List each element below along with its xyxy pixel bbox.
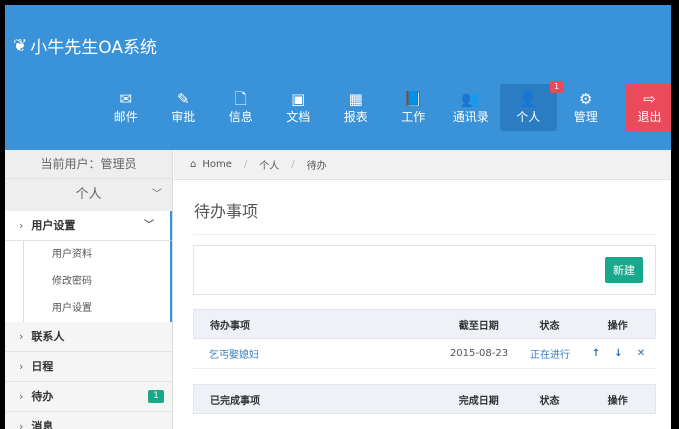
gears-icon: ⚙: [579, 90, 593, 108]
main-content: ⌂ Home / 个人 / 待办 待办事项 新建 待办事项 截至日期 状态 操作 乞…: [174, 150, 671, 429]
header: ❦ 小牛先生OA系统 ✉ 邮件 ✎ 审批 🗋 信息 ▣ 文档 ▦ 报表 📘 工作 👥 通讯录 …: [5, 5, 671, 150]
nav-admin[interactable]: ⚙ 管理: [557, 84, 615, 131]
nav-mail[interactable]: ✉ 邮件: [97, 84, 155, 131]
delete-icon[interactable]: ✕: [637, 348, 645, 359]
divider: [193, 234, 656, 235]
breadcrumb-current: 待办: [306, 161, 327, 172]
sidebar-group-toggle[interactable]: 个人 ﹀: [5, 179, 172, 211]
nav-label: 邮件: [113, 110, 138, 124]
col-header: 操作: [607, 320, 628, 332]
app-logo[interactable]: ❦ 小牛先生OA系统: [13, 33, 157, 59]
nav-label: 工作: [401, 110, 426, 124]
col-header: 状态: [539, 320, 560, 332]
item-label: 用户设置: [31, 219, 76, 232]
arrow-down-icon[interactable]: ↓: [614, 348, 622, 359]
main-nav: ✉ 邮件 ✎ 审批 🗋 信息 ▣ 文档 ▦ 报表 📘 工作 👥 通讯录 👤 个人 1 ⚙ 管理 ⇨ 退…: [97, 81, 671, 131]
users-icon: 👥: [461, 90, 481, 108]
nav-reports[interactable]: ▦ 报表: [327, 84, 385, 131]
item-label: 日程: [31, 360, 54, 373]
nav-label: 审批: [171, 110, 196, 124]
pencil-icon: ✎: [176, 90, 190, 108]
sidebar-item-todo[interactable]: › 待办 1: [5, 382, 172, 412]
chevron-right-icon: ›: [19, 219, 24, 232]
done-table: 已完成事项 完成日期 状态 操作: [193, 384, 656, 414]
breadcrumb-home[interactable]: Home: [202, 159, 232, 170]
chevron-right-icon: ›: [19, 390, 24, 403]
nav-label: 文档: [286, 110, 311, 124]
new-button[interactable]: 新建: [605, 257, 643, 283]
col-header: 完成日期: [458, 395, 499, 407]
nav-label: 个人: [516, 110, 541, 124]
chevron-down-icon: ﹀: [152, 189, 162, 200]
nav-label: 通讯录: [452, 110, 489, 124]
sidebar-sub-password[interactable]: 修改密码: [23, 268, 170, 295]
table-header: 已完成事项 完成日期 状态 操作: [193, 384, 656, 414]
item-label: 联系人: [31, 330, 65, 343]
sidebar-item-user-settings[interactable]: › 用户设置 ﹀: [5, 211, 172, 241]
due-date: 2015-08-23: [449, 348, 509, 359]
breadcrumb: ⌂ Home / 个人 / 待办: [174, 150, 671, 180]
home-icon: ⌂: [190, 159, 197, 170]
group-label: 个人: [75, 187, 102, 202]
todo-table: 待办事项 截至日期 状态 操作 乞丐娶媳妇 2015-08-23 正在进行 ↑ ↓…: [193, 309, 656, 369]
table-icon: ▦: [348, 90, 363, 108]
status-text: 正在进行: [530, 350, 570, 361]
chevron-down-icon: ﹀: [144, 220, 154, 231]
item-label: 待办: [31, 390, 54, 403]
user-icon: 👤: [518, 90, 538, 108]
nav-info[interactable]: 🗋 信息: [212, 84, 270, 131]
sidebar-item-contacts[interactable]: › 联系人: [5, 322, 172, 352]
col-header: 状态: [539, 395, 560, 407]
logout-label: 退出: [637, 110, 662, 124]
chevron-right-icon: ›: [19, 330, 24, 343]
sidebar-item-schedule[interactable]: › 日程: [5, 352, 172, 382]
nav-label: 信息: [228, 110, 253, 124]
page-title: 待办事项: [194, 202, 259, 221]
nav-approval[interactable]: ✎ 审批: [155, 84, 213, 131]
book-icon: 📘: [403, 90, 423, 108]
nav-docs[interactable]: ▣ 文档: [270, 84, 328, 131]
logout-button[interactable]: ⇨ 退出: [624, 84, 671, 131]
todo-count-badge: 1: [148, 390, 164, 403]
table-header: 待办事项 截至日期 状态 操作: [193, 309, 656, 339]
sidebar: 当前用户：管理员 个人 ﹀ › 用户设置 ﹀ 用户资料 修改密码 用户设置 › 联系人 …: [5, 150, 173, 429]
envelope-icon: ✉: [119, 90, 133, 108]
nav-contacts[interactable]: 👥 通讯录: [442, 84, 500, 131]
current-user: 当前用户：管理员: [5, 150, 172, 179]
nav-personal[interactable]: 👤 个人 1: [499, 81, 563, 131]
breadcrumb-personal[interactable]: 个人: [259, 157, 279, 172]
file-icon: 🗋: [234, 90, 247, 108]
col-header: 操作: [607, 395, 628, 407]
col-header: 截至日期: [458, 320, 499, 332]
inbox-icon: ▣: [291, 90, 306, 108]
sidebar-sub-settings[interactable]: 用户设置: [23, 295, 170, 322]
toolbar-panel: 新建: [193, 245, 656, 295]
sign-out-icon: ⇨: [643, 90, 656, 108]
item-label: 消息: [31, 420, 54, 429]
todo-link[interactable]: 乞丐娶媳妇: [193, 346, 439, 361]
col-header: 已完成事项: [210, 395, 260, 407]
chevron-right-icon: ›: [19, 360, 24, 373]
app-title: 小牛先生OA系统: [30, 38, 157, 58]
sidebar-item-messages[interactable]: › 消息: [5, 412, 172, 429]
sidebar-sub-profile[interactable]: 用户资料: [23, 241, 170, 268]
leaf-icon: ❦: [13, 35, 28, 56]
nav-work[interactable]: 📘 工作: [385, 84, 443, 131]
table-row: 乞丐娶媳妇 2015-08-23 正在进行 ↑ ↓ ✕: [193, 339, 656, 369]
nav-label: 管理: [573, 110, 598, 124]
arrow-up-icon[interactable]: ↑: [592, 348, 600, 359]
nav-label: 报表: [343, 110, 368, 124]
col-header: 待办事项: [210, 320, 250, 332]
chevron-right-icon: ›: [19, 420, 24, 429]
